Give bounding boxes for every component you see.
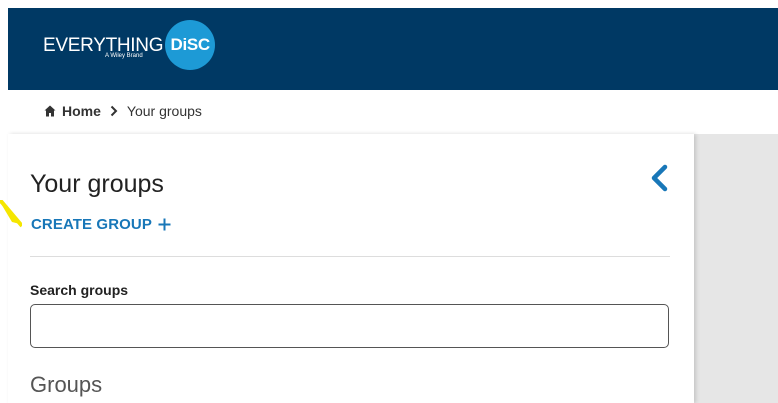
home-icon bbox=[44, 105, 56, 117]
breadcrumb: Home Your groups bbox=[8, 90, 778, 132]
search-groups-label: Search groups bbox=[30, 282, 129, 298]
chevron-left-icon[interactable] bbox=[648, 163, 672, 193]
groups-panel: Your groups CREATE GROUP Search groups G… bbox=[8, 134, 694, 403]
plus-icon bbox=[158, 218, 171, 231]
annotation-arrow-icon bbox=[0, 200, 22, 228]
breadcrumb-current: Your groups bbox=[126, 103, 202, 119]
page-title: Your groups bbox=[30, 170, 164, 198]
chevron-right-icon bbox=[110, 105, 118, 117]
create-group-button[interactable]: CREATE GROUP bbox=[31, 216, 171, 233]
breadcrumb-home-link[interactable]: Home bbox=[62, 103, 101, 119]
header-bar: EVERYTHING DiSC A Wiley Brand bbox=[8, 8, 778, 90]
logo-tagline: A Wiley Brand bbox=[105, 53, 143, 59]
logo-text: EVERYTHING bbox=[43, 34, 164, 56]
logo-badge: DiSC bbox=[165, 20, 216, 70]
search-groups-input[interactable] bbox=[30, 304, 669, 348]
page: EVERYTHING DiSC A Wiley Brand Home Your … bbox=[0, 0, 778, 403]
divider bbox=[30, 256, 670, 257]
logo[interactable]: EVERYTHING DiSC A Wiley Brand bbox=[43, 20, 216, 70]
create-group-label: CREATE GROUP bbox=[31, 216, 152, 233]
groups-heading: Groups bbox=[30, 372, 103, 397]
